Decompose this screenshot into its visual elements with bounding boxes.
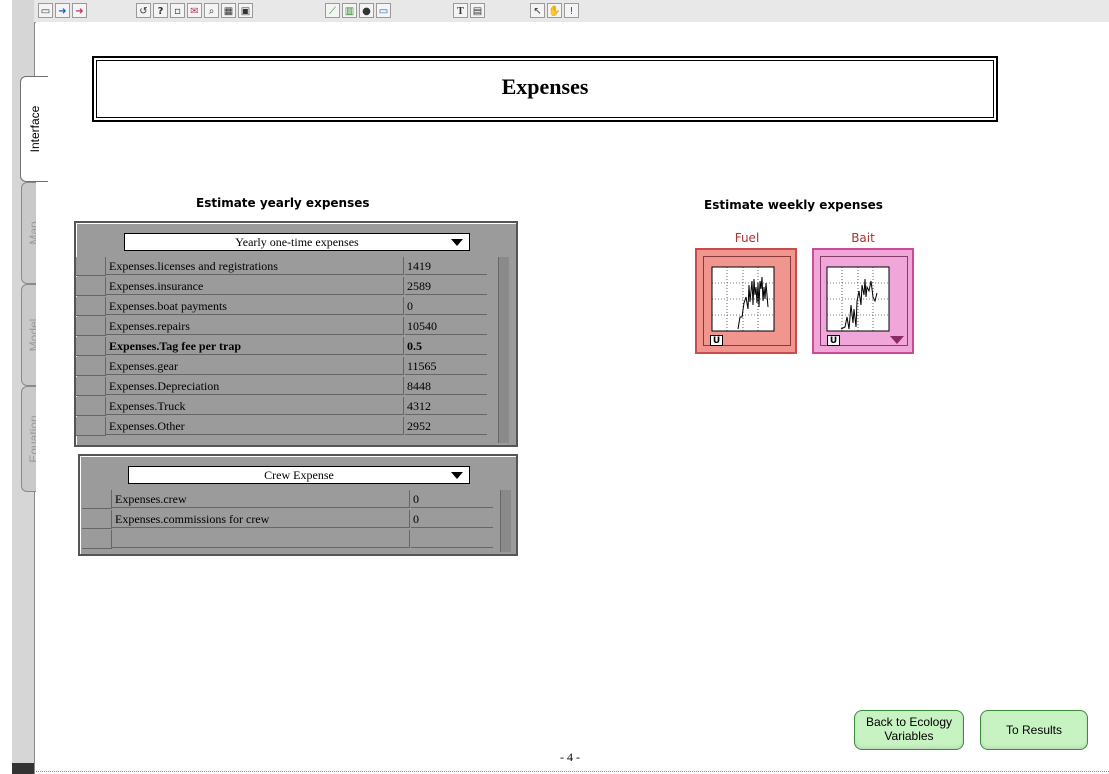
row-handle [76,277,106,296]
row-name: Expenses.Tag fee per trap [106,337,404,355]
slider-icon[interactable]: ▭ [376,3,391,18]
corner-handle [12,763,34,774]
row-value[interactable]: 8448 [405,377,487,395]
bait-graphical-input[interactable]: U [812,248,914,354]
page-title: Expenses [501,74,589,99]
crew-scrollbar[interactable] [500,490,511,552]
row-value[interactable]: 1419 [405,257,487,275]
row-value[interactable]: 11565 [405,357,487,375]
row-value[interactable]: 0 [405,297,487,315]
text-tool-icon[interactable]: T [453,3,468,18]
weekly-heading: Estimate weekly expenses [704,198,883,212]
row-value[interactable] [411,530,493,548]
fuel-graphical-input[interactable]: U [695,248,797,354]
row-value[interactable]: 0.5 [405,337,487,355]
action-connector-icon[interactable]: ➜ [72,3,87,18]
view-tab-strip: Interface Map Model Equation [12,0,48,774]
yearly-rows: Expenses.licenses and registrations 1419 … [76,257,498,445]
row-value[interactable]: 0 [411,510,493,528]
table-pad-icon[interactable]: ▥ [342,3,357,18]
row-handle [82,510,112,529]
envelope-icon[interactable]: ✉ [187,3,202,18]
row-value[interactable]: 10540 [405,317,487,335]
dynamite-icon[interactable]: ! [564,3,579,18]
row-name: Expenses.insurance [106,277,404,295]
yearly-heading: Estimate yearly expenses [196,196,370,210]
table-icon[interactable]: ▦ [221,3,236,18]
row-name: Expenses.crew [112,490,410,508]
yearly-expenses-table: Yearly one-time expenses Expenses.licens… [74,221,518,447]
row-handle [76,397,106,416]
to-results-label: To Results [1005,723,1063,737]
fuel-u-button[interactable]: U [710,335,723,346]
to-results-button[interactable]: To Results [980,710,1088,750]
yearly-scrollbar[interactable] [498,257,509,443]
back-to-ecology-label: Back to Ecology Variables [865,715,953,743]
page-bottom-border [36,771,1109,772]
fuel-label: Fuel [734,231,760,245]
graph-icon[interactable]: ⟋ [325,3,340,18]
row-handle [76,257,106,276]
crew-dropdown-value: Crew Expense [264,468,334,482]
fuel-sketch-graph [711,266,775,332]
crew-expenses-dropdown[interactable]: Crew Expense [128,466,470,484]
chevron-down-icon [451,239,463,246]
crew-rows: Expenses.crew 0 Expenses.commissions for … [82,490,500,552]
interface-page: Expenses Estimate yearly expenses Yearly… [36,22,1109,774]
row-name: Expenses.Depreciation [106,377,404,395]
left-margin [0,0,12,774]
knob-icon[interactable]: ● [359,3,374,18]
toolbar: ▭ ➜ ➜ ↺ ? ▫ ✉ ⌕ ▦ ▣ ⟋ ▥ ● ▭ T ▤ ↖ ✋ ! [34,0,1109,23]
picture-icon[interactable]: ▤ [470,3,485,18]
floppy-icon[interactable]: ▭ [38,3,53,18]
row-handle [76,337,106,356]
row-handle [76,357,106,376]
bait-sketch-graph [826,266,890,332]
row-name: Expenses.Other [106,417,404,435]
triangle-down-icon[interactable] [890,336,904,344]
page-number: - 4 - [560,750,580,764]
row-value[interactable]: 4312 [405,397,487,415]
row-name: Expenses.commissions for crew [112,510,410,528]
undo-icon[interactable]: ↺ [136,3,151,18]
row-name: Expenses.licenses and registrations [106,257,404,275]
yearly-dropdown-value: Yearly one-time expenses [235,235,359,249]
tab-interface-label: Interface [27,105,42,153]
row-name: Expenses.boat payments [106,297,404,315]
row-name: Expenses.gear [106,357,404,375]
magnifier-icon[interactable]: ⌕ [204,3,219,18]
bait-label: Bait [851,231,875,245]
pointer-icon[interactable]: ↖ [530,3,545,18]
row-handle [76,417,106,436]
row-name: Expenses.repairs [106,317,404,335]
bait-u-button[interactable]: U [827,335,840,346]
row-value[interactable]: 2589 [405,277,487,295]
numeric-display-icon[interactable]: ▣ [238,3,253,18]
row-handle [76,317,106,336]
row-name [112,530,410,548]
hand-icon[interactable]: ✋ [547,3,562,18]
crew-expenses-table: Crew Expense Expenses.crew 0 Expenses.com… [78,454,518,556]
connector-icon[interactable]: ➜ [55,3,70,18]
help-icon[interactable]: ? [153,3,168,18]
row-handle [76,377,106,396]
yearly-expenses-dropdown[interactable]: Yearly one-time expenses [124,233,470,251]
chevron-down-icon [451,472,463,479]
title-box: Expenses [92,56,998,122]
row-handle [76,297,106,316]
row-name: Expenses.Truck [106,397,404,415]
back-to-ecology-button[interactable]: Back to Ecology Variables [854,710,964,750]
fuel-graph-area [703,256,791,346]
tab-interface[interactable]: Interface [20,76,48,182]
row-handle [82,490,112,509]
row-handle [82,530,112,549]
bait-graph-area [820,256,908,346]
row-value[interactable]: 2952 [405,417,487,435]
row-value[interactable]: 0 [411,490,493,508]
stock-icon[interactable]: ▫ [170,3,185,18]
